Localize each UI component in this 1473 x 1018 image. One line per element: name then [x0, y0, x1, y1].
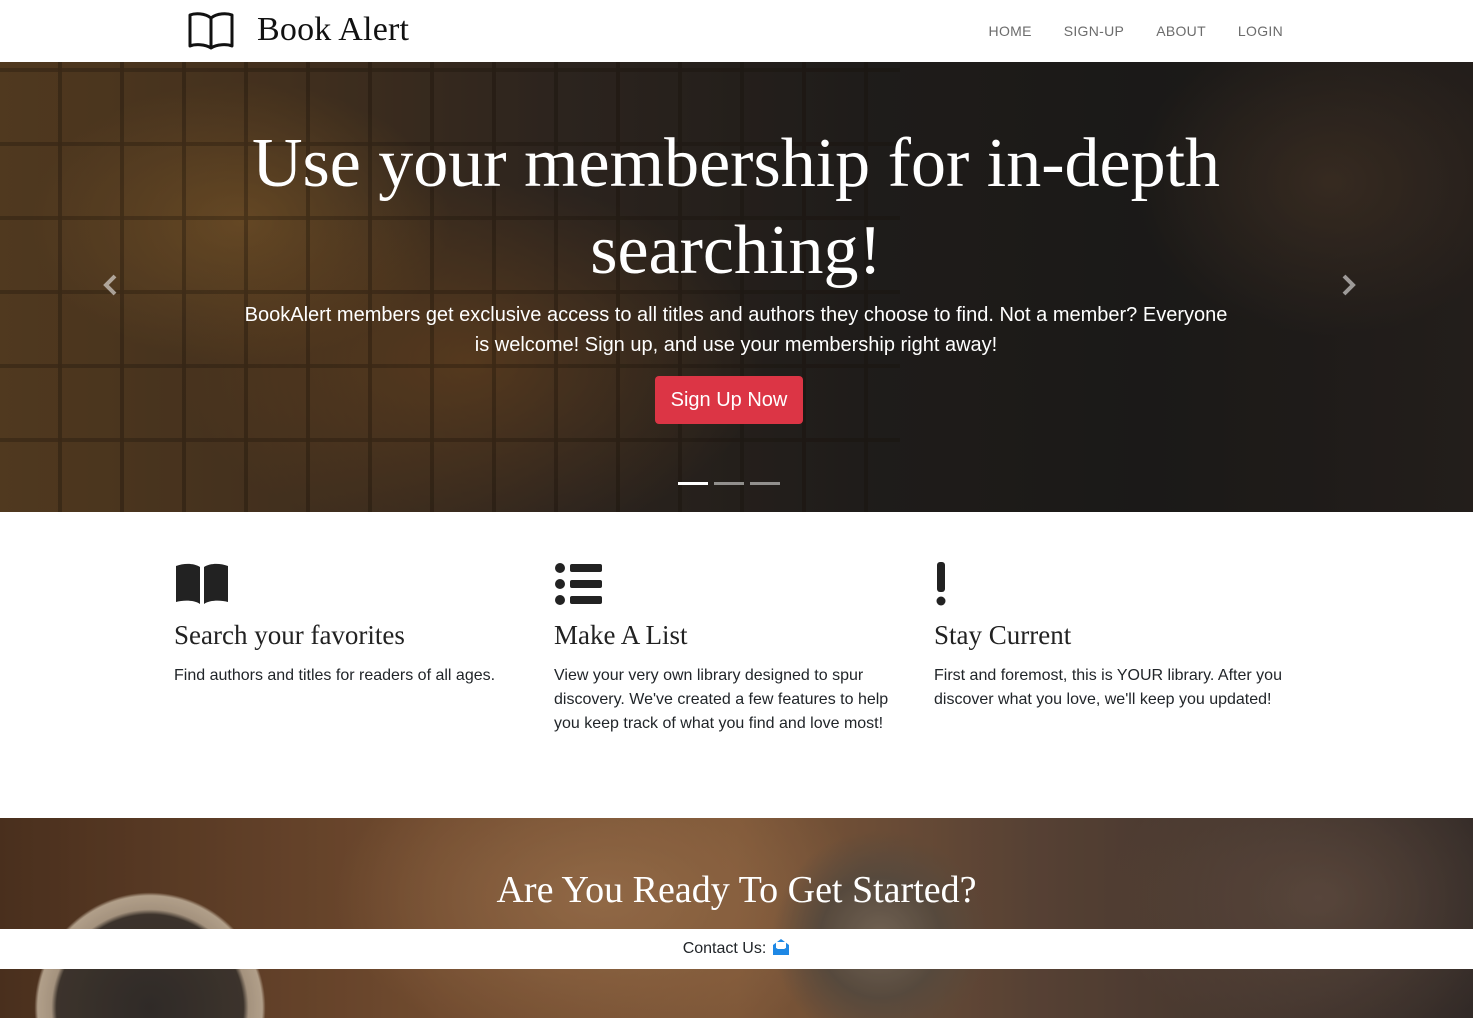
- feature-text: View your very own library designed to s…: [554, 667, 889, 732]
- navbar: Book Alert HOME SIGN-UP ABOUT LOGIN: [0, 0, 1473, 62]
- list-icon: [554, 562, 904, 606]
- chevron-left-icon: [102, 271, 118, 303]
- cta-overlay: [0, 818, 1473, 1018]
- nav-link-login[interactable]: LOGIN: [1238, 23, 1283, 39]
- get-started-section: Are You Ready To Get Started?: [0, 818, 1473, 1018]
- feature-search: Search your favorites Find authors and t…: [174, 562, 524, 688]
- nav-link-home[interactable]: HOME: [989, 23, 1032, 39]
- feature-title: Make A List: [554, 620, 688, 650]
- contact-label: Contact Us:: [682, 940, 767, 957]
- nav-link-about[interactable]: ABOUT: [1156, 23, 1206, 39]
- exclamation-icon: [934, 562, 1284, 606]
- feature-title: Search your favorites: [174, 620, 405, 650]
- features-section: Search your favorites Find authors and t…: [0, 512, 1473, 818]
- carousel-next-button[interactable]: [1334, 272, 1364, 302]
- sign-up-now-button[interactable]: Sign Up Now: [655, 376, 803, 424]
- carousel-indicators: [678, 482, 780, 485]
- carousel-indicator-1[interactable]: [678, 482, 708, 485]
- envelope-open-icon[interactable]: [772, 938, 790, 961]
- feature-text: Find authors and titles for readers of a…: [174, 667, 496, 684]
- carousel-indicator-3[interactable]: [750, 482, 780, 485]
- feature-text: First and foremost, this is YOUR library…: [934, 667, 1282, 708]
- cta-title: Are You Ready To Get Started?: [496, 869, 977, 911]
- nav-link-signup[interactable]: SIGN-UP: [1064, 23, 1124, 39]
- nav-menu: HOME SIGN-UP ABOUT LOGIN: [989, 0, 1283, 62]
- brand-link[interactable]: Book Alert: [187, 8, 409, 52]
- chevron-right-icon: [1341, 271, 1357, 303]
- hero-caption: Use your membership for in-depth searchi…: [0, 62, 1473, 512]
- hero-carousel: Use your membership for in-depth searchi…: [0, 62, 1473, 512]
- open-book-icon: [187, 10, 235, 50]
- hero-text: BookAlert members get exclusive access t…: [244, 304, 1228, 356]
- hero-title: Use your membership for in-depth searchi…: [251, 125, 1221, 289]
- feature-current: Stay Current First and foremost, this is…: [934, 562, 1284, 712]
- carousel-prev-button[interactable]: [95, 272, 125, 302]
- carousel-indicator-2[interactable]: [714, 482, 744, 485]
- contact-bar: Contact Us:: [0, 929, 1473, 969]
- book-icon: [174, 562, 524, 606]
- feature-title: Stay Current: [934, 620, 1072, 650]
- brand-name: Book Alert: [257, 11, 410, 48]
- feature-list: Make A List View your very own library d…: [554, 562, 904, 736]
